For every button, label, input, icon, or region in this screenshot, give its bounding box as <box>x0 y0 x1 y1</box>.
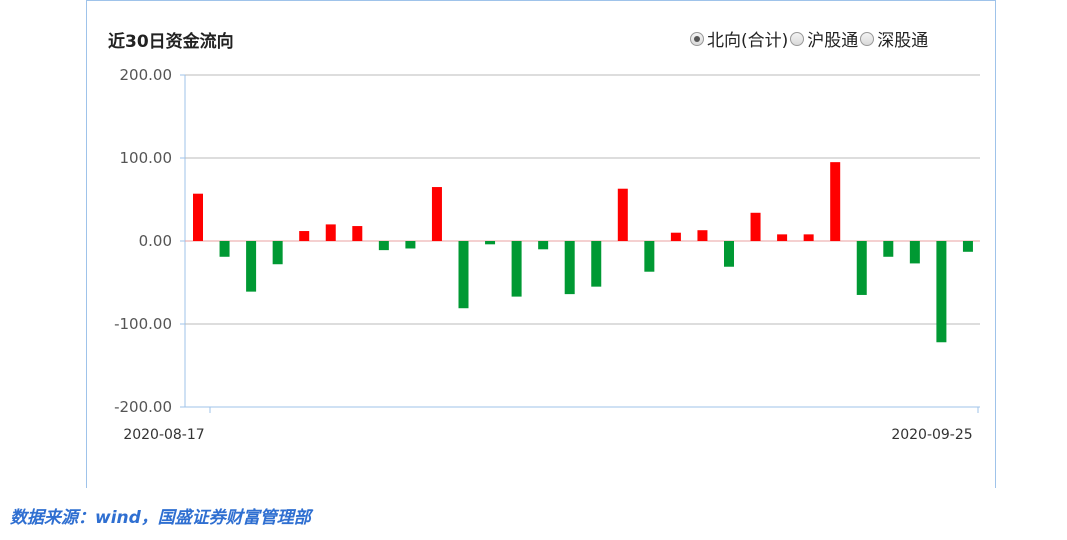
market-radio-group: 北向(合计) 沪股通 深股通 <box>690 26 930 51</box>
radio-button-icon <box>790 31 805 46</box>
radio-label-shenzhen: 深股通 <box>877 31 929 51</box>
radio-shenzhen-connect[interactable]: 深股通 <box>860 26 928 51</box>
radio-northbound-total[interactable]: 北向(合计) <box>690 26 788 51</box>
radio-label-shanghai: 沪股通 <box>807 31 859 51</box>
radio-shanghai-connect[interactable]: 沪股通 <box>790 26 858 51</box>
radio-button-icon <box>690 31 704 46</box>
radio-button-icon <box>860 31 875 46</box>
data-source-note: 数据来源：wind，国盛证券财富管理部 <box>10 508 311 528</box>
chart-title: 近30日资金流向 <box>108 32 234 52</box>
chart-panel <box>86 0 996 488</box>
radio-label-northbound: 北向(合计) <box>707 31 789 51</box>
